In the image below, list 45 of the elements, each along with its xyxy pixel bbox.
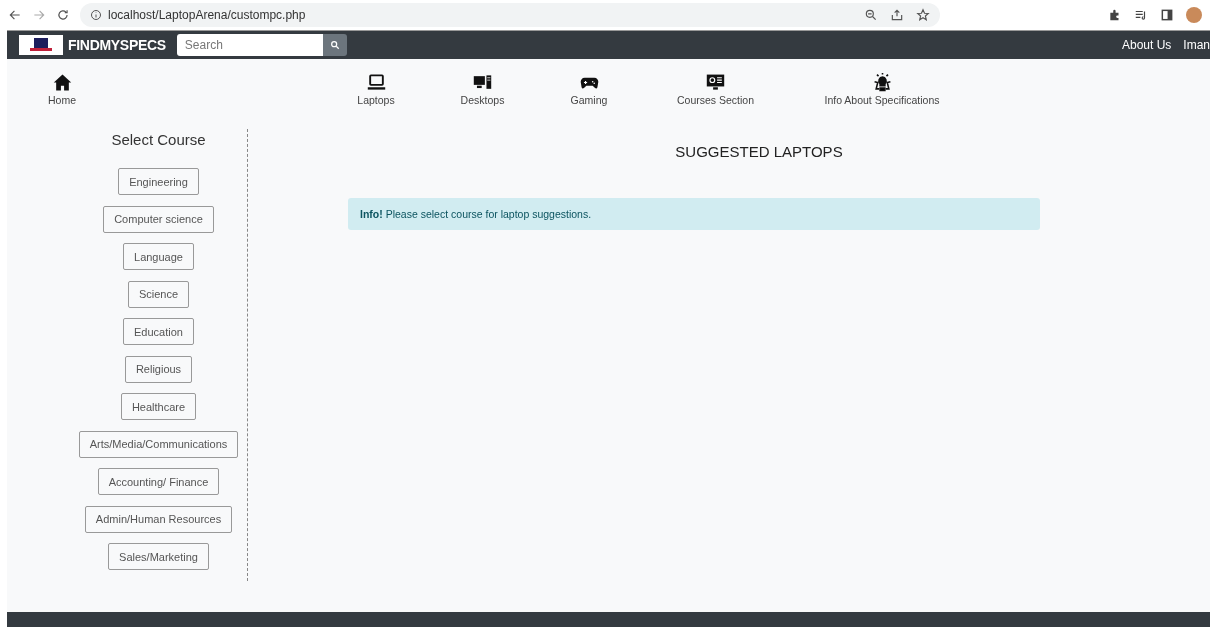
zoom-icon[interactable] <box>864 8 878 22</box>
search-button[interactable] <box>322 34 347 56</box>
info-icon <box>90 9 102 21</box>
course-button[interactable]: Accounting/ Finance <box>97 468 220 495</box>
course-button[interactable]: Admin/Human Resources <box>84 505 233 533</box>
category-link[interactable]: Info About Specifications <box>802 73 962 106</box>
alert-message: Info! Please select course for laptop suggestions. <box>360 208 592 220</box>
category-link[interactable]: Laptops <box>336 73 416 106</box>
url-text: localhost/LaptopArena/custompc.php <box>108 8 306 22</box>
course-button[interactable]: Science <box>127 280 190 308</box>
back-arrow-icon[interactable] <box>8 8 22 22</box>
course-button[interactable]: Engineering <box>118 168 199 195</box>
course-button[interactable]: Arts/Media/Communications <box>78 430 239 458</box>
nav-link[interactable]: About Us <box>1121 38 1172 52</box>
course-button[interactable]: Education <box>123 318 194 345</box>
search-field[interactable]: Search <box>176 34 323 56</box>
side-panel-icon[interactable] <box>1160 8 1174 22</box>
course-button[interactable]: Language <box>123 243 194 270</box>
course-button[interactable]: Sales/Marketing <box>108 543 209 570</box>
course-button[interactable]: Computer science <box>103 205 214 233</box>
avatar[interactable] <box>1186 7 1202 23</box>
category-link[interactable]: Gaming <box>549 73 629 106</box>
home-icon <box>52 73 72 92</box>
desktop-icon <box>473 73 492 92</box>
share-icon[interactable] <box>890 8 904 22</box>
star-icon[interactable] <box>916 8 930 22</box>
course-button[interactable]: Religious <box>124 355 193 383</box>
lightbulb-icon <box>872 73 892 92</box>
category-link[interactable]: Desktops <box>442 73 523 106</box>
monitor-settings-icon <box>706 73 725 92</box>
nav-link[interactable]: Iman <box>1183 38 1210 52</box>
search-icon <box>329 40 340 50</box>
address-bar[interactable]: localhost/LaptopArena/custompc.php <box>80 3 940 27</box>
laptop-logo-icon <box>28 38 54 52</box>
brand-name[interactable]: FINDMYSPECS <box>68 37 166 53</box>
laptop-icon <box>366 73 386 92</box>
playlist-icon[interactable] <box>1134 8 1148 22</box>
puzzle-icon[interactable] <box>1108 8 1122 22</box>
category-link[interactable]: Courses Section <box>655 73 776 106</box>
section-title: SUGGESTED LAPTOPS <box>675 143 843 160</box>
logo[interactable] <box>19 35 63 55</box>
sidebar-title: Select Course <box>111 130 206 148</box>
course-button[interactable]: Healthcare <box>120 393 197 420</box>
category-link[interactable]: Home <box>7 73 117 106</box>
reload-icon[interactable] <box>56 8 70 22</box>
